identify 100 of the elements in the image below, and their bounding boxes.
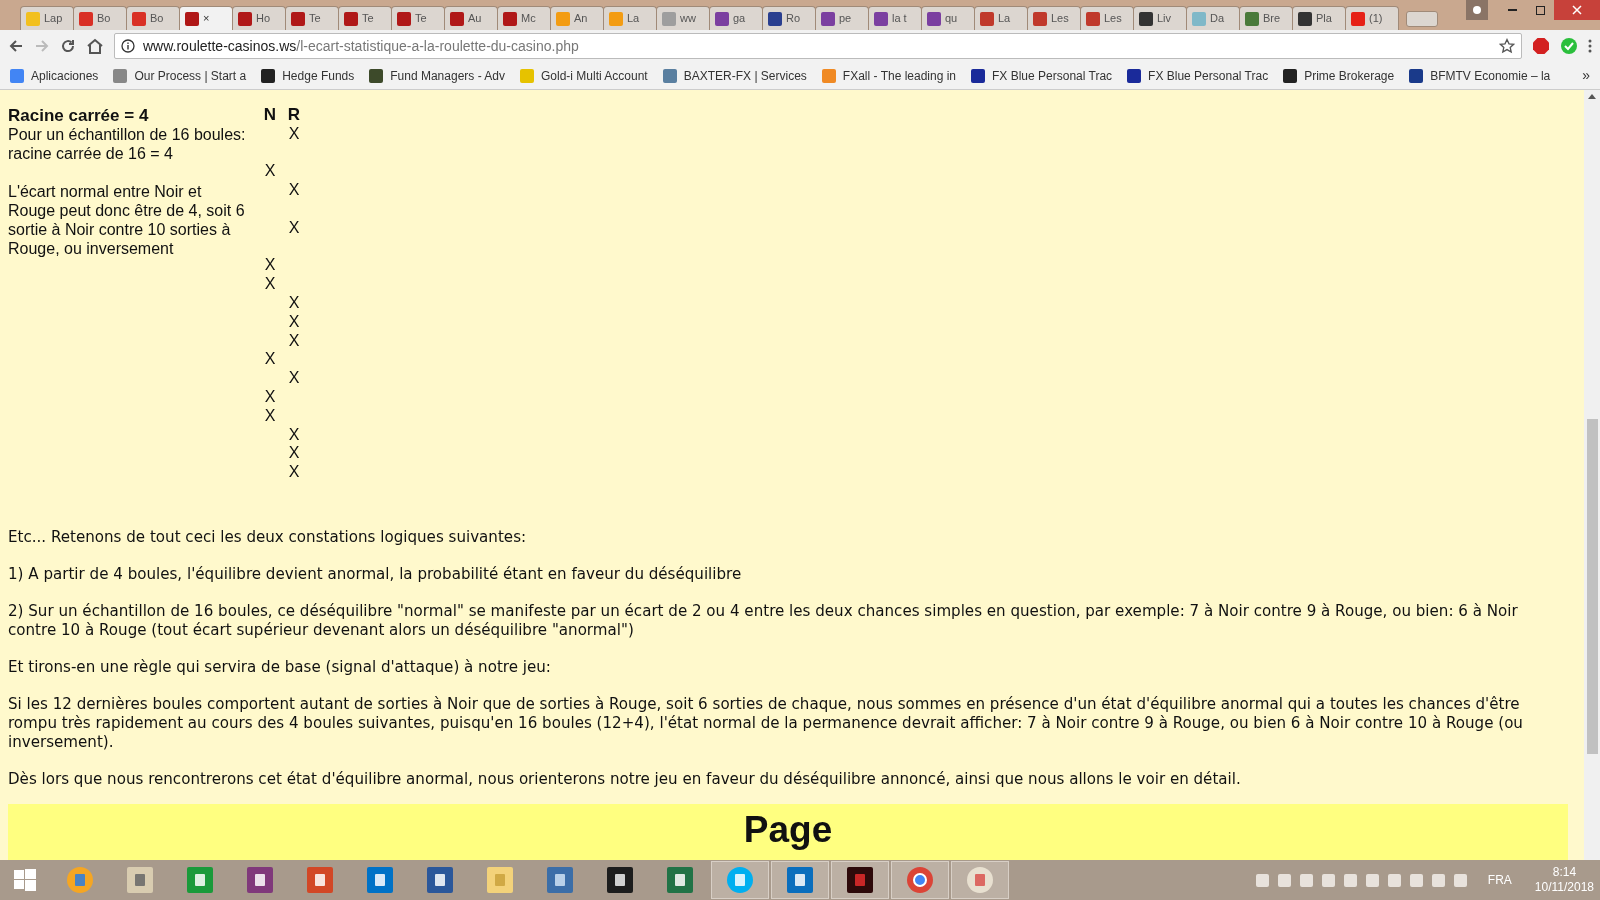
table-cell: X — [288, 293, 300, 311]
browser-tab[interactable]: ga — [709, 6, 763, 30]
banner-title: Page — [743, 807, 833, 852]
browser-tab[interactable]: Pla — [1292, 6, 1346, 30]
browser-tab[interactable]: An — [550, 6, 604, 30]
scrollbar-thumb[interactable] — [1586, 419, 1598, 754]
browser-tab[interactable]: Au — [444, 6, 498, 30]
bookmark-link[interactable]: Prime Brokerage — [1283, 66, 1395, 85]
check-icon[interactable] — [1560, 37, 1578, 55]
tab-title: La — [627, 11, 640, 27]
tab-title: Pla — [1316, 11, 1332, 27]
scroll-up-icon[interactable] — [1588, 94, 1596, 99]
user-icon[interactable] — [1466, 0, 1488, 20]
scrollbar[interactable] — [1584, 90, 1600, 860]
browser-tab[interactable]: Les — [1027, 6, 1081, 30]
side-paragraph: L'écart normal entre Noir et Rouge peut donc être de 4, soit 6 sortie à Noir contre 10 sorties à Rouge, ou inversement — [8, 182, 246, 258]
tab-title: Te — [415, 11, 427, 27]
tab-title: pe — [839, 11, 852, 27]
browser-tab[interactable]: ww — [656, 6, 710, 30]
paragraph: 2) Sur un échantillon de 16 boules, ce déséquilibre "normal" se manifeste par un écart de 2 ou 4 entre les deux chances simples en question, par exemple: 7 à Noir contre 9 à Rouge, ou bien: 6 à Noir contre 10 à Rouge (tout écart supérieur devenant alors un déséquilibre "anormal") — [8, 601, 1519, 640]
bookmark-link[interactable]: FX Blue Personal Trac — [971, 66, 1113, 85]
tab-title: Te — [362, 11, 374, 27]
browser-tab[interactable]: (1) — [1345, 6, 1399, 30]
browser-tab[interactable]: Lap — [20, 6, 74, 30]
taskbar-app[interactable] — [831, 861, 889, 899]
table-cell: X — [264, 406, 276, 424]
tab-title: An — [574, 11, 588, 27]
stop-sign-icon[interactable] — [1532, 37, 1550, 55]
paragraph: Et tirons-en une règle qui servira de base (signal d'attaque) à notre jeu: — [8, 657, 552, 677]
paragraph: Dès lors que nous rencontrerons cet état d'équilibre anormal, nous orienterons notre jeu en faveur du déséquilibre annoncé, ainsi que nous allons le voir en détail. — [8, 769, 1242, 789]
forward-icon[interactable] — [34, 38, 50, 54]
tab-title: qu — [945, 11, 958, 27]
bookmark-link[interactable]: Fund Managers - Adv — [369, 66, 505, 85]
tab-title: Ho — [256, 11, 271, 27]
bookmark-link[interactable]: FX Blue Personal Trac — [1127, 66, 1269, 85]
tab-title: ww — [680, 11, 696, 27]
home-icon[interactable] — [86, 38, 104, 54]
browser-tab[interactable]: × — [179, 6, 233, 30]
tab-title: Te — [309, 11, 321, 27]
tab-title: Bre — [1263, 11, 1281, 27]
star-icon[interactable] — [1499, 38, 1515, 54]
browser-tab[interactable]: Ho — [232, 6, 286, 30]
table-cell: X — [288, 124, 300, 142]
table-cell: X — [288, 181, 300, 199]
browser-tab[interactable]: Da — [1186, 6, 1240, 30]
address-bar[interactable]: www.roulette-casinos.ws/l-ecart-statistique-a-la-roulette-du-casino.php — [114, 33, 1522, 59]
tab-title: Da — [1210, 11, 1225, 27]
bookmark-link[interactable]: Gold-i Multi Account — [520, 66, 648, 85]
table-cell: X — [264, 387, 276, 405]
bookmark-link[interactable]: Our Process | Start a — [113, 66, 247, 85]
paragraph: Si les 12 dernières boules comportent autant de sorties à Noir que de sorties à Rouge, soit 6 sorties de chaque, nous sommes en présence d'un état d'équilibre anormal qui a toutes les chances d'être rompu très rapidement au cours des 4 boules suivantes, puisqu'en 16 boules (12+4), l'état normal de la permanence devrait afficher: 7 à Noir contre 9 à Rouge, ou bien 6 à Noir contre 10 à Rouge (ou inversement). — [8, 694, 1524, 752]
bookmark-link[interactable]: BAXTER-FX | Services — [662, 66, 807, 85]
browser-tab[interactable]: Te — [285, 6, 339, 30]
browser-tab[interactable]: Ro — [762, 6, 816, 30]
bookmark-link[interactable]: BFMTV Economie – la — [1409, 66, 1551, 85]
browser-tab[interactable]: Te — [338, 6, 392, 30]
table-cell: X — [288, 444, 300, 462]
tab-title: × — [203, 11, 210, 27]
tab-title: Liv — [1157, 11, 1172, 27]
side-paragraph: Pour un échantillon de 16 boules: racine carrée de 16 = 4 — [8, 125, 246, 163]
table-cell: X — [264, 256, 276, 274]
table-cell: X — [264, 350, 276, 368]
new-tab-button[interactable] — [1406, 11, 1438, 27]
browser-tab[interactable]: qu — [921, 6, 975, 30]
bookmarks-overflow-button[interactable]: » — [1582, 65, 1590, 86]
tab-title: ga — [733, 11, 746, 27]
table-cell: X — [288, 463, 300, 481]
tab-title: Bo — [97, 11, 111, 27]
browser-tab[interactable]: Les — [1080, 6, 1134, 30]
paragraph: 1) A partir de 4 boules, l'équilibre devient anormal, la probabilité étant en faveur du déséquilibre — [8, 564, 743, 584]
bookmark-link[interactable]: Hedge Funds — [261, 66, 355, 85]
info-icon — [121, 39, 135, 53]
browser-tab[interactable]: la t — [868, 6, 922, 30]
table-cell: X — [264, 275, 276, 293]
browser-tab[interactable]: La — [974, 6, 1028, 30]
bookmark-link[interactable]: FXall - The leading in — [821, 66, 957, 85]
browser-tab[interactable]: Bre — [1239, 6, 1293, 30]
browser-tab[interactable]: Mc — [497, 6, 551, 30]
browser-tab[interactable]: Bo — [126, 6, 180, 30]
browser-tab[interactable]: La — [603, 6, 657, 30]
browser-tab[interactable]: Bo — [73, 6, 127, 30]
browser-tab[interactable]: Te — [391, 6, 445, 30]
browser-icon — [906, 866, 934, 894]
table-cell: X — [288, 425, 300, 443]
tab-title: Lap — [44, 11, 63, 27]
browser-tab[interactable]: pe — [815, 6, 869, 30]
table-cell: X — [288, 218, 300, 236]
tab-title: la t — [892, 11, 907, 27]
table-cell: X — [288, 312, 300, 330]
column-header: R — [286, 106, 302, 125]
column-header: N — [262, 106, 278, 125]
back-icon[interactable] — [8, 38, 24, 54]
bookmark-link[interactable]: Aplicaciones — [10, 66, 99, 85]
tab-title: Mc — [521, 11, 536, 27]
menu-icon[interactable] — [1588, 39, 1592, 53]
tab-title: Bo — [150, 11, 164, 27]
browser-tab[interactable]: Liv — [1133, 6, 1187, 30]
table-cell: X — [288, 369, 300, 387]
tab-title: (1) — [1369, 11, 1383, 27]
reload-icon[interactable] — [60, 38, 76, 54]
